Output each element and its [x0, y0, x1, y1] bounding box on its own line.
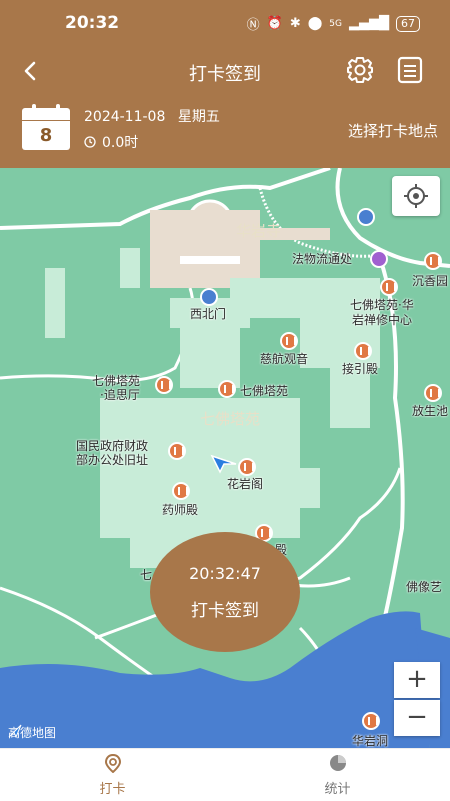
- poi-huayan-temple[interactable]: 华岩寺: [236, 224, 281, 239]
- nfc-icon: Ⓝ: [246, 18, 260, 33]
- bluetooth-icon: ✱: [289, 16, 301, 31]
- poi-pin-icon[interactable]: [238, 458, 256, 476]
- date-info-bar: 8 2024-11-08 星期五 0.0时 选择打卡地点: [0, 96, 450, 168]
- tab-punch[interactable]: 打卡: [0, 749, 225, 801]
- punch-time: 20:32:47: [189, 564, 261, 583]
- location-icon: ⬤: [307, 16, 323, 31]
- poi-pin-icon[interactable]: [424, 384, 442, 402]
- poi-qifo-huayan-line1[interactable]: 七佛塔苑·华: [350, 298, 414, 312]
- battery-level: 67: [401, 16, 415, 30]
- tab-statistics[interactable]: 统计: [225, 749, 450, 801]
- poi-chenxiang[interactable]: 沉香园: [412, 274, 448, 288]
- poi-cihang[interactable]: 慈航观音: [260, 352, 308, 366]
- hours-text: 0.0时: [102, 135, 139, 151]
- amap-arrow-icon: [8, 724, 22, 738]
- poi-qifo-zhuisi-line1[interactable]: 七佛塔苑: [92, 374, 140, 388]
- work-hours: 0.0时: [84, 132, 138, 152]
- battery-icon: 67: [396, 15, 420, 32]
- alarm-icon: ⏰: [266, 16, 283, 31]
- tab-punch-label: 打卡: [99, 782, 126, 797]
- poi-pin-icon[interactable]: [155, 376, 173, 394]
- poi-huayandong[interactable]: 华岩洞: [352, 734, 388, 748]
- status-time: 20:32: [65, 13, 120, 33]
- status-icons: Ⓝ ⏰ ✱ ⬤ 5G ▂▄▆█ 67: [247, 14, 420, 33]
- current-location-arrow-icon: [210, 454, 237, 474]
- poi-pin-icon[interactable]: [424, 252, 442, 270]
- poi-pin-icon[interactable]: [218, 380, 236, 398]
- poi-qifo-zhuisi-line2[interactable]: ·追思厅: [100, 388, 140, 402]
- punch-location-icon: [104, 753, 122, 773]
- poi-jieyin[interactable]: 接引殿: [342, 362, 378, 376]
- calendar-icon: 8: [22, 104, 70, 150]
- map-view[interactable]: 华岩寺 法物流通处 沉香园 西北门 七佛塔苑·华 岩禅修中心 慈航观音 接引殿 …: [0, 168, 450, 748]
- gate-icon[interactable]: [200, 288, 218, 306]
- choose-location-link[interactable]: 选择打卡地点: [348, 120, 438, 141]
- punch-label: 打卡签到: [191, 601, 259, 621]
- signal-icon: ▂▄▆█: [349, 16, 389, 31]
- zoom-out-button[interactable]: −: [394, 700, 440, 736]
- calendar-day: 8: [22, 121, 70, 150]
- current-date: 2024-11-08 星期五: [84, 106, 220, 126]
- tab-statistics-label: 统计: [324, 782, 351, 797]
- zoom-in-button[interactable]: +: [394, 662, 440, 698]
- status-bar: 20:32 Ⓝ ⏰ ✱ ⬤ 5G ▂▄▆█ 67: [0, 0, 450, 48]
- poi-xibeimen[interactable]: 西北门: [190, 307, 226, 321]
- page-title: 打卡签到: [189, 64, 261, 85]
- date-text: 2024-11-08: [84, 109, 166, 125]
- settings-gear-icon[interactable]: [344, 54, 376, 86]
- poi-guomin-line1[interactable]: 国民政府财政: [76, 439, 148, 453]
- poi-pin-icon[interactable]: [172, 482, 190, 500]
- poi-yaoshi[interactable]: 药师殿: [162, 503, 198, 517]
- poi-guomin-line2[interactable]: 部办公处旧址: [76, 453, 148, 467]
- map-provider-logo: 高德地图: [8, 724, 56, 741]
- bottom-tab-bar: 打卡 统计: [0, 748, 450, 801]
- records-document-icon[interactable]: [396, 54, 424, 86]
- weekday-text: 星期五: [177, 109, 220, 125]
- poi-qifo-big[interactable]: 七佛塔苑: [200, 412, 260, 427]
- app-bar: 打卡签到: [0, 48, 450, 96]
- poi-pin-icon[interactable]: [354, 342, 372, 360]
- locate-button[interactable]: [392, 176, 440, 216]
- pie-chart-icon: [330, 755, 346, 771]
- poi-pin-icon[interactable]: [168, 442, 186, 460]
- shop-icon[interactable]: [370, 250, 388, 268]
- poi-foxiang[interactable]: 佛像艺: [406, 580, 442, 594]
- poi-fangsheng[interactable]: 放生池: [412, 404, 448, 418]
- clock-icon: [84, 136, 96, 148]
- poi-pin-icon[interactable]: [280, 332, 298, 350]
- restroom-icon[interactable]: [357, 208, 375, 226]
- poi-pin-icon[interactable]: [362, 712, 380, 730]
- poi-logistics[interactable]: 法物流通处: [292, 252, 352, 266]
- poi-pin-icon[interactable]: [380, 278, 398, 296]
- poi-qifo-pagoda[interactable]: 七佛塔苑: [240, 384, 288, 398]
- poi-huayange[interactable]: 花岩阁: [227, 477, 263, 491]
- network-label: 5G: [329, 18, 342, 29]
- locate-crosshair-icon: [404, 184, 428, 208]
- poi-qifo-huayan-line2[interactable]: 岩禅修中心: [352, 313, 412, 327]
- punch-in-button[interactable]: 20:32:47 打卡签到: [150, 532, 300, 652]
